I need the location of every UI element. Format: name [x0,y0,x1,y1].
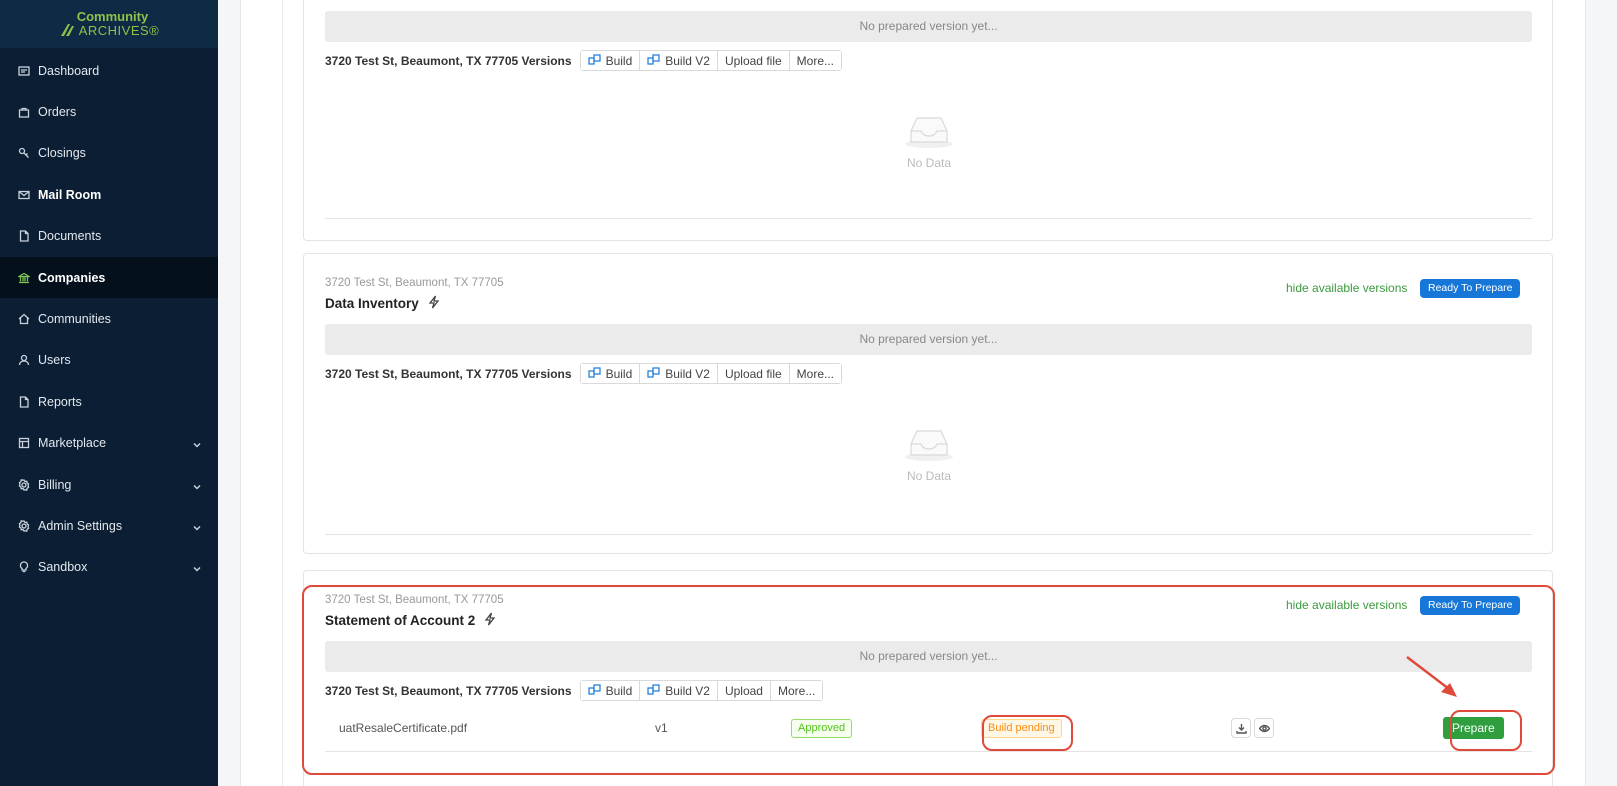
divider [325,534,1532,535]
sidebar-item-label: Users [38,353,71,368]
closings-icon [18,147,30,159]
upload-file-button[interactable]: Upload file [717,51,790,70]
bag-icon [18,106,30,118]
empty-state: No Data [304,113,1554,170]
sidebar-item-orders[interactable]: Orders [0,91,218,132]
versions-row: 3720 Test St, Beaumont, TX 77705 Version… [325,50,842,71]
chevron-down-icon [192,521,202,531]
no-data-text: No Data [906,156,952,170]
version-actions: Build Build V2 Upload file More... [579,363,842,384]
brand-text: Community ARCHIVES® [59,9,160,37]
build-icon [647,366,660,381]
home-icon [18,313,30,325]
sidebar-nav: Dashboard Orders Closings Mail Room Docu… [0,48,218,588]
sidebar-item-billing[interactable]: Billing [0,464,218,505]
versions-label: 3720 Test St, Beaumont, TX 77705 Version… [325,366,572,381]
mail-icon [18,189,30,201]
empty-inbox-icon [304,426,1554,465]
sidebar-item-documents[interactable]: Documents [0,216,218,257]
bulb-icon [18,561,30,573]
no-data-text: No Data [906,469,952,483]
build-icon [587,366,601,381]
document-card: 3720 Test St, Beaumont, TX 77705 Data In… [303,253,1553,554]
build-icon [587,53,601,68]
brand-line1: Community [76,9,149,24]
sidebar-item-companies[interactable]: Companies [0,256,218,299]
brand-logo[interactable]: Community ARCHIVES® [0,0,218,48]
logo-book-icon [60,24,74,36]
sidebar-item-marketplace[interactable]: Marketplace [0,423,218,464]
highlight-build-pending-box [982,715,1073,751]
chevron-down-icon [192,480,202,490]
highlight-prepare-box [1450,710,1522,751]
document-icon [18,230,30,242]
sidebar-item-users[interactable]: Users [0,340,218,381]
sidebar-item-label: Companies [38,270,106,285]
chevron-down-icon [192,562,202,572]
sidebar-item-label: Sandbox [38,560,88,575]
no-prepared-version-bar: No prepared version yet... [325,324,1532,355]
settings-icon [18,478,30,491]
sidebar-item-label: Dashboard [38,63,100,78]
sidebar-item-sandbox[interactable]: Sandbox [0,547,218,588]
document-card: No prepared version yet... 3720 Test St,… [303,0,1553,241]
sidebar-item-admin-settings[interactable]: Admin Settings [0,505,218,546]
sidebar-item-reports[interactable]: Reports [0,381,218,422]
sidebar-item-label: Communities [38,312,111,327]
build-v2-button[interactable]: Build V2 [640,364,718,383]
bank-icon [18,272,30,284]
sidebar-item-label: Reports [38,394,82,409]
sidebar-item-label: Orders [38,105,77,120]
sidebar: Community ARCHIVES® Dashboard Orders Clo… [0,0,218,786]
empty-state: No Data [304,426,1554,483]
versions-row: 3720 Test St, Beaumont, TX 77705 Version… [325,363,842,384]
ready-to-prepare-badge: Ready To Prepare [1420,279,1521,298]
divider [325,218,1532,219]
chevron-down-icon [192,438,202,448]
build-icon [647,53,660,68]
user-icon [18,354,30,366]
highlight-section-box [302,585,1555,775]
build-v2-button[interactable]: Build V2 [640,51,718,70]
sidebar-item-label: Closings [38,146,86,161]
sidebar-item-label: Billing [38,477,72,492]
brand-line2: ARCHIVES® [59,23,160,37]
annotation-arrow-icon [1406,656,1457,697]
report-icon [18,396,30,408]
sidebar-item-label: Documents [38,229,102,244]
sidebar-item-label: Marketplace [38,436,107,451]
version-actions: Build Build V2 Upload file More... [579,50,842,71]
lightning-icon [427,295,441,312]
sidebar-item-label: Mail Room [38,187,102,202]
divider [282,0,283,786]
dashboard-icon [18,65,30,77]
sidebar-item-label: Admin Settings [38,518,123,533]
sidebar-item-dashboard[interactable]: Dashboard [0,50,218,91]
settings-icon [18,520,30,532]
hide-versions-link[interactable]: hide available versions [1286,281,1407,295]
sidebar-item-mail-room[interactable]: Mail Room [0,174,218,215]
no-prepared-version-bar: No prepared version yet... [325,11,1532,42]
build-button[interactable]: Build [580,51,641,70]
build-button[interactable]: Build [580,364,641,383]
empty-inbox-icon [304,113,1554,152]
more-button[interactable]: More... [789,51,841,70]
sidebar-item-communities[interactable]: Communities [0,298,218,339]
more-button[interactable]: More... [789,364,841,383]
sidebar-item-closings[interactable]: Closings [0,133,218,174]
card-address: 3720 Test St, Beaumont, TX 77705 [325,277,504,289]
versions-label: 3720 Test St, Beaumont, TX 77705 Version… [325,53,572,68]
card-title: Data Inventory [325,295,441,312]
shop-icon [18,437,30,449]
upload-file-button[interactable]: Upload file [717,364,790,383]
